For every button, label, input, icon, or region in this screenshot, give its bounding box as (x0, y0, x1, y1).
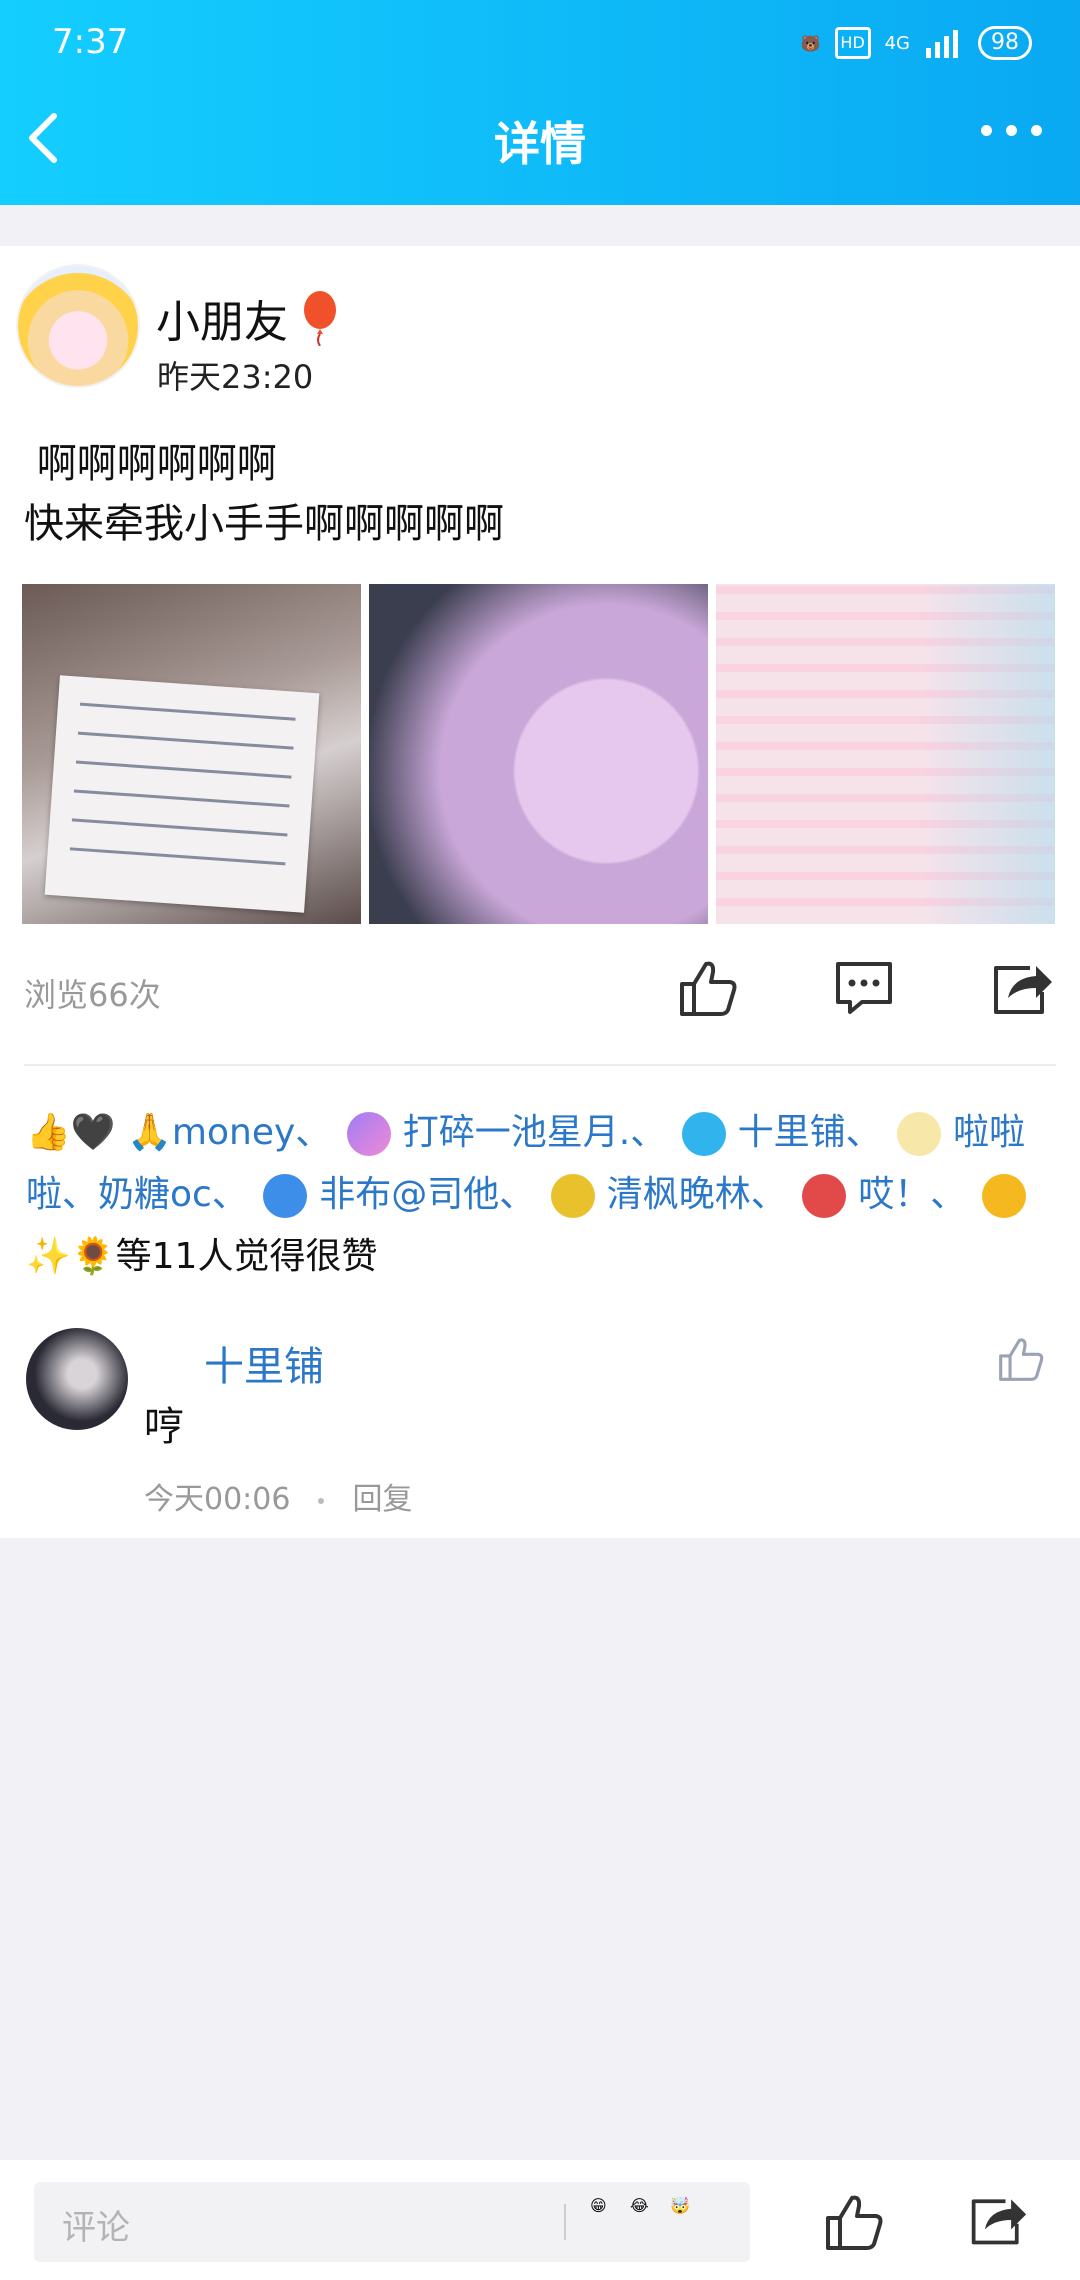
more-options-icon[interactable] (981, 125, 1042, 136)
emoji-gift-icon[interactable]: 🤯 (670, 2196, 720, 2246)
divider (24, 1064, 1056, 1066)
bottom-bar: 评论 😁 😂 🤯 (0, 2160, 1080, 2280)
share-icon[interactable] (966, 2190, 1030, 2250)
liker-name[interactable]: 十里铺、 (738, 1112, 882, 1153)
share-icon[interactable] (990, 956, 1054, 1020)
hd-icon: HD (834, 27, 871, 59)
avatar (681, 1112, 726, 1156)
status-icons: 🐻 HD 4G 98 (801, 26, 1032, 60)
balloon-icon (304, 291, 336, 346)
avatar (981, 1174, 1026, 1218)
liker-name[interactable]: 打碎一池星月.、 (403, 1112, 666, 1153)
comment-placeholder: 评论 (62, 2208, 130, 2248)
post-card: 小朋友 昨天23:20 啊啊啊啊啊啊 快来牵我小手手啊啊啊啊啊 浏览66次 👍🖤… (0, 246, 1080, 1538)
photo-thumbnail[interactable] (369, 584, 708, 924)
comment-input[interactable]: 评论 😁 😂 🤯 (34, 2182, 750, 2262)
top-bar: 7:37 🐻 HD 4G 98 详情 (0, 0, 1080, 205)
comment-like-icon[interactable] (996, 1334, 1046, 1384)
author-name[interactable]: 小朋友 (156, 286, 288, 350)
like-icon[interactable] (822, 2190, 886, 2254)
thumbs-up-icon: 👍 (26, 1112, 71, 1153)
comment-meta: 今天00:06 回复 (144, 1474, 412, 1518)
post-time: 昨天23:20 (157, 358, 314, 396)
comment-text: 哼 (144, 1404, 184, 1450)
likes-summary[interactable]: ✨🌻等11人觉得很赞 (26, 1236, 377, 1277)
avatar (550, 1174, 595, 1218)
comment-time: 今天00:06 (144, 1482, 291, 1517)
avatar (897, 1112, 942, 1156)
comment-icon[interactable] (832, 956, 896, 1020)
battery-indicator: 98 (978, 26, 1032, 60)
avatar (802, 1174, 847, 1218)
avatar (263, 1174, 308, 1218)
view-count: 浏览66次 (24, 976, 161, 1014)
network-label: 4G (884, 32, 910, 54)
avatar (346, 1112, 391, 1156)
commenter-name[interactable]: 十里铺 (204, 1334, 324, 1392)
likes-list: 👍🖤 🙏money、 打碎一池星月.、 十里铺、 啦啦啦、奶糖oc、 非布@司他… (26, 1102, 1056, 1288)
status-time: 7:37 (52, 22, 129, 62)
signal-icon (926, 30, 958, 58)
commenter-avatar[interactable] (26, 1328, 128, 1430)
photo-grid (22, 584, 1056, 924)
like-icon[interactable] (676, 956, 740, 1020)
heart-icon: 🖤 (70, 1112, 116, 1153)
photo-thumbnail[interactable] (22, 584, 361, 924)
liker-name[interactable]: 哎！、 (858, 1174, 966, 1215)
reply-button[interactable]: 回复 (352, 1482, 412, 1517)
liker-name[interactable]: 清枫晚林、 (607, 1174, 787, 1215)
page-title: 详情 (494, 117, 586, 171)
liker-name[interactable]: 🙏money、 (127, 1112, 331, 1153)
bear-icon: 🐻 (800, 33, 821, 53)
post-text: 啊啊啊啊啊啊 快来牵我小手手啊啊啊啊啊 (24, 441, 504, 547)
photo-thumbnail[interactable] (716, 584, 1055, 924)
author-avatar[interactable] (18, 266, 138, 386)
liker-name[interactable]: 非布@司他、 (319, 1174, 535, 1215)
